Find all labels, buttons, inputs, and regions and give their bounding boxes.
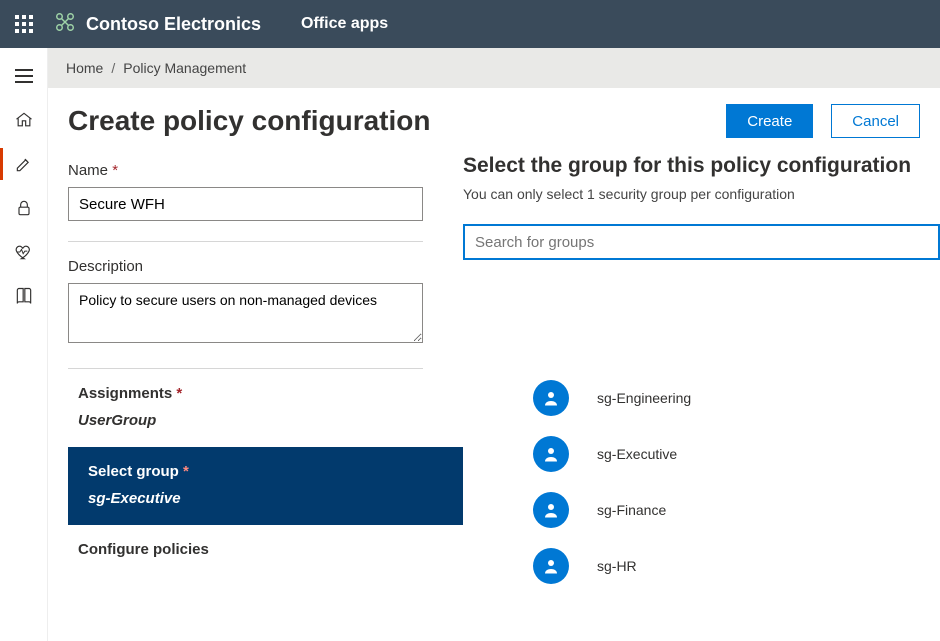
brand-logo-icon bbox=[54, 11, 76, 38]
cancel-button[interactable]: Cancel bbox=[831, 104, 920, 138]
heart-pulse-icon bbox=[14, 242, 34, 262]
description-label: Description bbox=[68, 258, 423, 275]
form-column: Name * Description Assignments * UserGro… bbox=[48, 146, 443, 641]
configure-policies-label: Configure policies bbox=[78, 541, 423, 558]
panel-subtitle: You can only select 1 security group per… bbox=[463, 186, 940, 202]
left-rail bbox=[0, 48, 48, 641]
person-icon bbox=[533, 380, 569, 416]
breadcrumb-policy-management[interactable]: Policy Management bbox=[123, 60, 246, 76]
nav-office-apps[interactable]: Office apps bbox=[301, 15, 388, 33]
book-icon bbox=[14, 286, 34, 306]
group-name: sg-Executive bbox=[597, 446, 677, 462]
group-panel: Select the group for this policy configu… bbox=[443, 146, 940, 641]
rail-security-button[interactable] bbox=[0, 186, 48, 230]
group-search-input[interactable] bbox=[463, 224, 940, 260]
person-icon bbox=[533, 492, 569, 528]
group-row[interactable]: sg-Executive bbox=[463, 426, 940, 482]
name-input[interactable] bbox=[68, 187, 423, 221]
group-row[interactable]: sg-Engineering bbox=[463, 370, 940, 426]
group-name: sg-HR bbox=[597, 558, 637, 574]
select-group-label: Select group * bbox=[88, 463, 443, 480]
assignments-label: Assignments * bbox=[78, 385, 423, 402]
assignments-section[interactable]: Assignments * UserGroup bbox=[68, 369, 423, 447]
panel-title: Select the group for this policy configu… bbox=[463, 154, 940, 178]
configure-policies-section[interactable]: Configure policies bbox=[68, 525, 423, 576]
menu-toggle-button[interactable] bbox=[0, 54, 48, 98]
select-group-section[interactable]: Select group * sg-Executive bbox=[68, 447, 463, 525]
divider bbox=[68, 241, 423, 242]
person-icon bbox=[533, 548, 569, 584]
description-textarea[interactable] bbox=[68, 283, 423, 343]
rail-home-button[interactable] bbox=[0, 98, 48, 142]
group-list: sg-Engineering sg-Executive sg-Finance s… bbox=[463, 370, 940, 594]
group-name: sg-Engineering bbox=[597, 390, 691, 406]
name-label: Name * bbox=[68, 162, 423, 179]
create-button[interactable]: Create bbox=[726, 104, 813, 138]
rail-policy-button[interactable] bbox=[0, 142, 48, 186]
lock-icon bbox=[14, 198, 34, 218]
app-launcher-button[interactable] bbox=[0, 0, 48, 48]
breadcrumb-home[interactable]: Home bbox=[66, 60, 103, 76]
rail-learn-button[interactable] bbox=[0, 274, 48, 318]
group-name: sg-Finance bbox=[597, 502, 666, 518]
brand[interactable]: Contoso Electronics bbox=[54, 11, 261, 38]
rail-health-button[interactable] bbox=[0, 230, 48, 274]
top-banner: Contoso Electronics Office apps bbox=[0, 0, 940, 48]
hamburger-icon bbox=[15, 69, 33, 83]
home-icon bbox=[14, 110, 34, 130]
brand-name: Contoso Electronics bbox=[86, 14, 261, 35]
breadcrumb: Home / Policy Management bbox=[48, 48, 940, 88]
breadcrumb-separator: / bbox=[103, 60, 123, 76]
edit-policy-icon bbox=[14, 154, 34, 174]
group-row[interactable]: sg-HR bbox=[463, 538, 940, 594]
person-icon bbox=[533, 436, 569, 472]
waffle-icon bbox=[15, 15, 33, 33]
page-title: Create policy configuration bbox=[68, 105, 431, 137]
select-group-value: sg-Executive bbox=[88, 490, 443, 507]
group-row[interactable]: sg-Finance bbox=[463, 482, 940, 538]
assignments-value: UserGroup bbox=[78, 412, 423, 429]
